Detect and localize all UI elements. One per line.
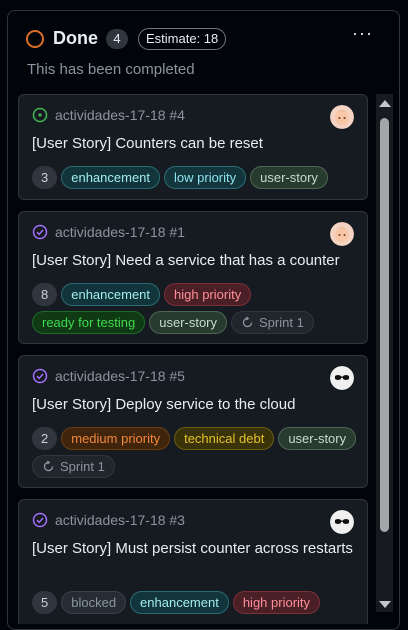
story-points-badge: 8: [32, 283, 58, 306]
label-user-story[interactable]: user-story: [149, 311, 228, 334]
project-column-done: Done 4 Estimate: 18 ··· This has been co…: [7, 10, 400, 630]
label-high-priority[interactable]: high priority: [232, 591, 321, 614]
iteration-icon: [43, 460, 54, 472]
circle-dot-icon: [32, 107, 48, 123]
label-enhancement[interactable]: enhancement: [130, 591, 229, 614]
card-title[interactable]: [User Story] Must persist counter across…: [32, 539, 357, 559]
iteration-icon: [242, 316, 253, 328]
story-points-badge: 3: [32, 166, 58, 189]
card-meta: actividades-17-18 #5: [32, 368, 185, 384]
sprint-label: Sprint 1: [259, 315, 304, 330]
issue-card[interactable]: actividades-17-18 #3 [User Story] Must p…: [18, 499, 368, 624]
card-meta: actividades-17-18 #1: [32, 224, 185, 240]
label-low-priority[interactable]: low priority: [164, 166, 247, 189]
issue-card[interactable]: actividades-17-18 #5 [User Story] Deploy…: [18, 355, 368, 488]
column-title: Done: [53, 28, 98, 48]
vertical-scrollbar[interactable]: [376, 94, 393, 612]
avatar[interactable]: [330, 222, 354, 246]
sprint-badge[interactable]: Sprint 1: [231, 311, 314, 334]
label-high-priority[interactable]: high priority: [164, 283, 252, 306]
issue-card[interactable]: actividades-17-18 #1 [User Story] Need a…: [18, 211, 368, 344]
scrollbar-thumb[interactable]: [380, 118, 389, 532]
label-medium-priority[interactable]: medium priority: [61, 427, 171, 450]
issue-reference[interactable]: actividades-17-18 #1: [55, 224, 185, 240]
estimate-badge: Estimate: 18: [138, 28, 227, 50]
card-title[interactable]: [User Story] Deploy service to the cloud: [32, 395, 357, 415]
story-points-badge: 5: [32, 591, 58, 614]
card-labels: 8 enhancement high priority ready for te…: [32, 283, 362, 334]
sprint-label: Sprint 1: [60, 459, 105, 474]
label-user-story[interactable]: user-story: [250, 166, 328, 189]
avatar[interactable]: [330, 366, 354, 390]
story-points-badge: 2: [32, 427, 58, 450]
card-title[interactable]: [User Story] Counters can be reset: [32, 134, 357, 154]
card-labels: 3 enhancement low priority user-story: [32, 166, 362, 189]
avatar[interactable]: [330, 105, 354, 129]
issue-reference[interactable]: actividades-17-18 #5: [55, 368, 185, 384]
done-status-icon: [26, 30, 44, 48]
label-blocked[interactable]: blocked: [61, 591, 127, 614]
label-user-story[interactable]: user-story: [278, 427, 357, 450]
card-list[interactable]: actividades-17-18 #4 [User Story] Counte…: [8, 94, 399, 624]
card-labels: 5 blocked enhancement high priority: [32, 591, 362, 614]
label-ready-for-testing[interactable]: ready for testing: [32, 311, 146, 334]
check-circle-icon: [32, 368, 48, 384]
check-circle-icon: [32, 224, 48, 240]
sprint-badge[interactable]: Sprint 1: [32, 455, 115, 478]
card-meta: actividades-17-18 #3: [32, 512, 185, 528]
label-enhancement[interactable]: enhancement: [61, 166, 161, 189]
issue-reference[interactable]: actividades-17-18 #4: [55, 107, 185, 123]
label-enhancement[interactable]: enhancement: [61, 283, 161, 306]
column-description: This has been completed: [27, 61, 195, 78]
more-options-button[interactable]: ···: [352, 23, 373, 44]
item-count-badge: 4: [106, 29, 128, 49]
column-header: Done 4 Estimate: 18 ··· This has been co…: [8, 11, 399, 91]
card-labels: 2 medium priority technical debt user-st…: [32, 427, 362, 478]
check-circle-icon: [32, 512, 48, 528]
avatar[interactable]: [330, 510, 354, 534]
label-technical-debt[interactable]: technical debt: [174, 427, 275, 450]
scroll-down-arrow-icon[interactable]: [379, 601, 391, 608]
card-title[interactable]: [User Story] Need a service that has a c…: [32, 251, 357, 271]
card-meta: actividades-17-18 #4: [32, 107, 185, 123]
scroll-up-arrow-icon[interactable]: [379, 100, 391, 107]
issue-card[interactable]: actividades-17-18 #4 [User Story] Counte…: [18, 94, 368, 200]
issue-reference[interactable]: actividades-17-18 #3: [55, 512, 185, 528]
